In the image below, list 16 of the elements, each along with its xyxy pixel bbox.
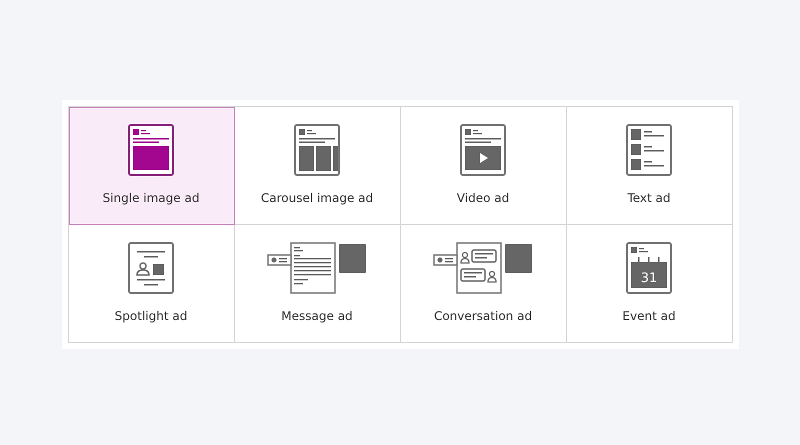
video-post-icon — [460, 124, 506, 176]
calendar-post-icon: 31 — [626, 242, 672, 294]
ad-format-card[interactable]: Text ad — [566, 107, 732, 225]
spotlight-card-icon — [128, 242, 174, 294]
ad-format-card[interactable]: Single image ad — [68, 107, 234, 225]
ad-format-card[interactable]: Conversation ad — [400, 225, 566, 343]
ad-format-card[interactable]: Video ad — [400, 107, 566, 225]
carousel-post-icon — [294, 124, 340, 176]
conversation-page-icon — [433, 242, 533, 294]
image-post-icon — [128, 124, 174, 176]
text-list-icon — [626, 124, 672, 176]
ad-format-card[interactable]: Spotlight ad — [68, 225, 234, 343]
ad-format-card[interactable]: Message ad — [234, 225, 400, 343]
message-page-icon — [267, 242, 367, 294]
ad-format-card[interactable]: Carousel image ad — [234, 107, 400, 225]
ad-format-card[interactable]: 31 Event ad — [566, 225, 732, 343]
